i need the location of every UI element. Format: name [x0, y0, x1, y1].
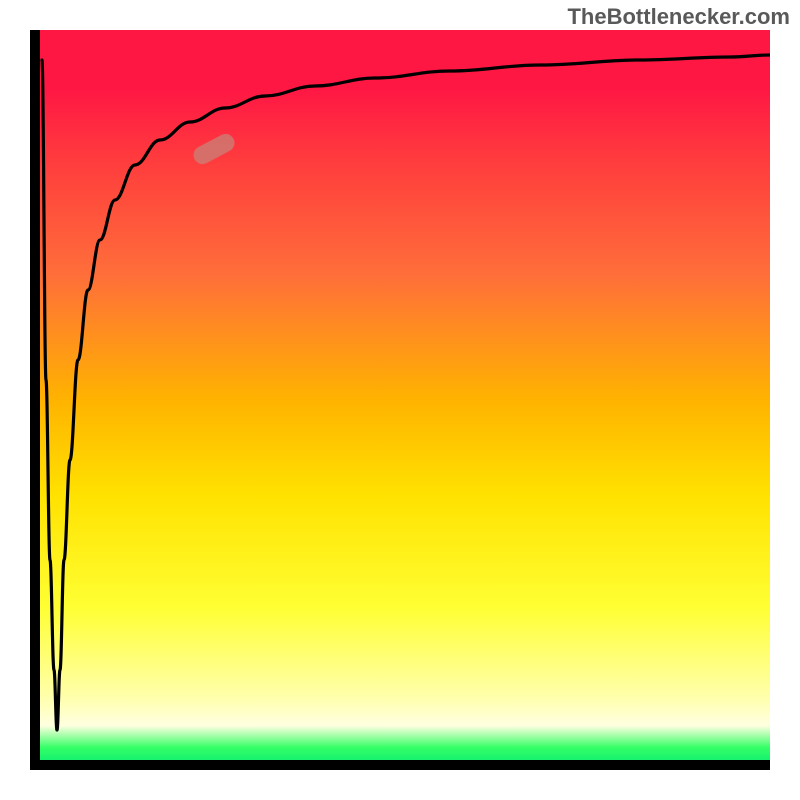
x-axis: [30, 760, 770, 770]
chart-stage: TheBottlenecker.com: [0, 0, 800, 800]
watermark-text: TheBottlenecker.com: [567, 4, 790, 30]
plot-area: [30, 30, 770, 770]
y-axis: [30, 30, 40, 770]
